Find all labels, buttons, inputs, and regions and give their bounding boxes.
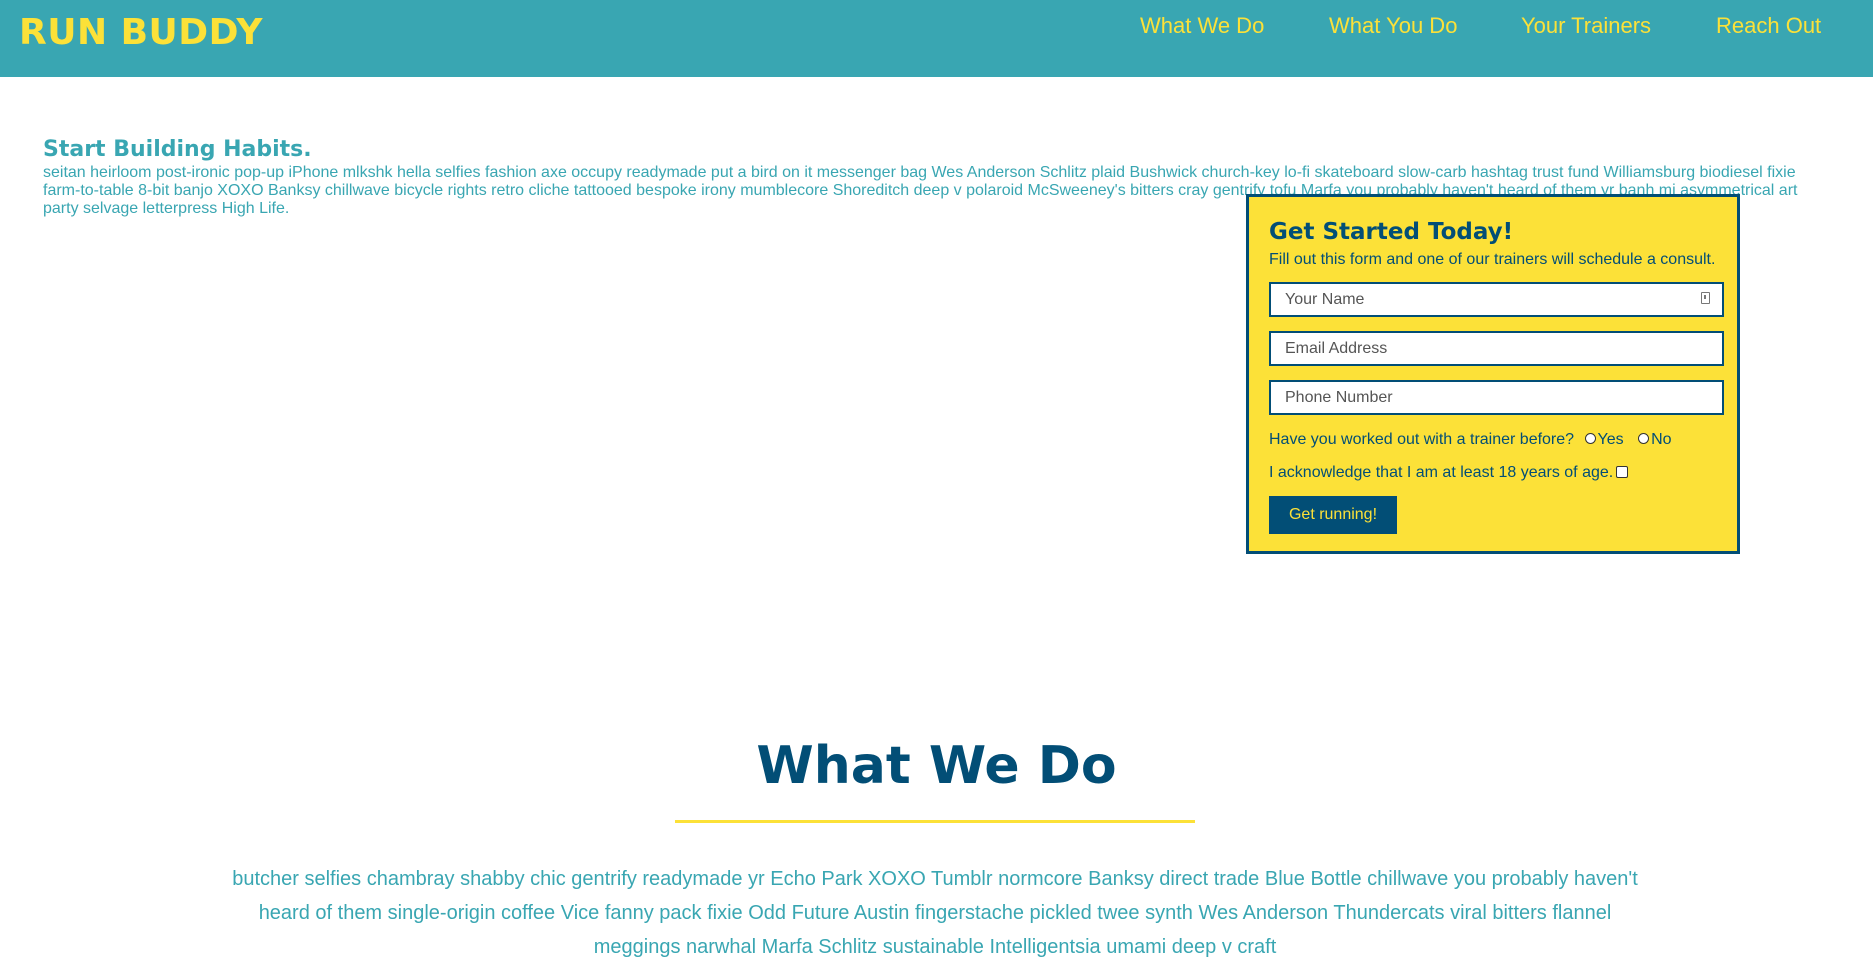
what-we-do-title: What We Do bbox=[756, 736, 1117, 796]
trainer-yes-label[interactable]: Yes bbox=[1598, 431, 1624, 448]
form-title: Get Started Today! bbox=[1269, 219, 1514, 245]
name-input[interactable] bbox=[1269, 282, 1724, 317]
nav-link-what-you-do[interactable]: What You Do bbox=[1329, 13, 1457, 39]
nav-link-reach-out[interactable]: Reach Out bbox=[1716, 13, 1821, 39]
form-subtitle: Fill out this form and one of our traine… bbox=[1269, 251, 1716, 268]
age-ack-row: I acknowledge that I am at least 18 year… bbox=[1269, 464, 1629, 482]
age-ack-label: I acknowledge that I am at least 18 year… bbox=[1269, 464, 1614, 481]
trainer-no-label[interactable]: No bbox=[1651, 431, 1671, 448]
hero-title: Start Building Habits. bbox=[43, 137, 312, 162]
trainer-question-row: Have you worked out with a trainer befor… bbox=[1269, 431, 1672, 449]
trainer-question-label: Have you worked out with a trainer befor… bbox=[1269, 431, 1575, 448]
section-divider bbox=[675, 820, 1195, 823]
contact-card-icon bbox=[1701, 292, 1710, 304]
trainer-no-radio[interactable] bbox=[1638, 433, 1650, 445]
phone-input[interactable] bbox=[1269, 380, 1724, 415]
get-running-button[interactable]: Get running! bbox=[1269, 496, 1397, 534]
main-nav: What We Do What You Do Your Trainers Rea… bbox=[0, 13, 1873, 43]
age-ack-checkbox[interactable] bbox=[1616, 465, 1629, 478]
what-we-do-text: butcher selfies chambray shabby chic gen… bbox=[232, 868, 1638, 958]
nav-link-what-we-do[interactable]: What We Do bbox=[1140, 13, 1264, 39]
nav-link-your-trainers[interactable]: Your Trainers bbox=[1521, 13, 1651, 39]
trainer-yes-radio[interactable] bbox=[1584, 433, 1596, 445]
email-input[interactable] bbox=[1269, 331, 1724, 366]
site-header: RUN BUDDY What We Do What You Do Your Tr… bbox=[0, 0, 1873, 77]
signup-form-box: Get Started Today! Fill out this form an… bbox=[1246, 194, 1740, 554]
